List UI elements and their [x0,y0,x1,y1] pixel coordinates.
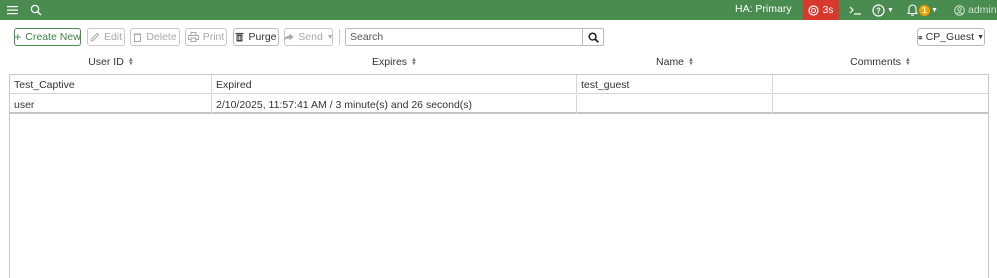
sort-icon: ▲ ▼ [904,57,911,67]
toolbar-divider [339,29,340,45]
column-header-name[interactable]: Name ▲ ▼ [577,54,773,70]
help-menu[interactable]: ? ▼ [872,2,894,18]
send-button[interactable]: Send ▼ [283,28,334,46]
share-icon [283,33,294,41]
cell-name: test_guest [577,75,773,94]
notification-count-badge: 1 [919,4,930,16]
column-header-comments[interactable]: Comments ▲ ▼ [773,54,988,70]
top-navigation-bar: HA: Primary 3s ? ▼ 1 ▼ admin [0,0,997,20]
search-icon [587,31,599,43]
create-new-button[interactable]: + Create New [14,28,81,46]
edit-button[interactable]: Edit [87,28,125,46]
trash-icon [235,32,244,42]
search-button[interactable] [582,29,603,45]
chevron-down-icon: ▼ [977,33,984,41]
cell-expires: 2/10/2025, 11:57:41 AM / 3 minute(s) and… [212,95,577,114]
sort-icon: ▲ ▼ [688,57,694,67]
chevron-down-icon: ▼ [326,33,334,41]
sort-icon: ▲ ▼ [411,57,417,67]
print-button[interactable]: Print [185,28,227,46]
ha-status-label: HA: Primary [735,3,792,15]
sort-icon: ▲ ▼ [127,57,134,67]
alert-icon [808,4,820,16]
user-group-dropdown[interactable]: CP_Guest ▼ [917,28,985,46]
search-icon[interactable] [29,3,42,16]
help-icon: ? [872,3,885,17]
search-box [345,28,604,46]
cli-console-icon[interactable] [849,3,862,16]
guest-user-table: Test_Captive Expired test_guest user 2/1… [9,74,989,278]
plus-icon: + [14,30,22,44]
alert-badge[interactable]: 3s [803,0,839,20]
table-header: User ID ▲ ▼ Expires ▲ ▼ Name ▲ ▼ Comments ▲… [10,54,988,70]
menu-icon[interactable] [6,4,18,16]
users-icon [918,35,923,39]
search-input[interactable] [346,29,582,45]
user-icon [954,4,965,16]
column-header-expires[interactable]: Expires ▲ ▼ [212,54,577,70]
svg-text:?: ? [876,6,881,15]
cell-expires: Expired [212,75,577,94]
alert-count: 3s [822,4,834,16]
notifications-menu[interactable]: 1 ▼ [907,2,938,18]
cell-comments [773,95,988,114]
table-row[interactable]: Test_Captive Expired test_guest [10,75,988,94]
user-menu[interactable]: admin [954,2,997,18]
trash-icon [133,33,142,42]
cell-user-id: Test_Captive [10,75,212,94]
delete-button[interactable]: Delete [130,28,180,46]
bell-icon [907,4,918,16]
printer-icon [187,32,199,42]
cell-user-id: user [10,95,212,114]
cell-comments [773,75,988,94]
cell-name [577,95,773,114]
column-header-user-id[interactable]: User ID ▲ ▼ [10,54,212,70]
table-row[interactable]: user 2/10/2025, 11:57:41 AM / 3 minute(s… [10,95,988,114]
purge-button[interactable]: Purge [233,28,279,46]
chevron-down-icon: ▼ [887,6,894,14]
username: admin [968,4,997,16]
chevron-down-icon: ▼ [931,6,938,14]
pencil-icon [90,32,100,42]
